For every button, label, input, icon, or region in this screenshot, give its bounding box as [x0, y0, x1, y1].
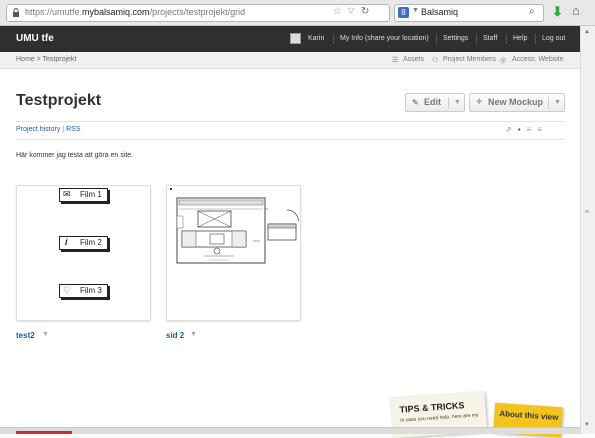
chevron-down-icon[interactable]: ▼ [412, 7, 419, 14]
chevron-down-icon[interactable]: ▼ [42, 331, 49, 338]
film-label: Film 3 [80, 286, 102, 295]
film-label: Film 2 [80, 238, 102, 247]
film-button: i Film 2 [59, 236, 108, 250]
members-icon: ⚇ [432, 57, 439, 64]
view-toggle: ⇗▪≡≡ [505, 125, 548, 134]
grid-view-icon[interactable]: ▪ [518, 125, 527, 134]
nav-my-info[interactable]: My Info (share your location) [340, 35, 429, 42]
nav-log-out[interactable]: Log out [542, 35, 565, 42]
scroll-up-icon[interactable]: ▲ [584, 29, 590, 35]
button-divider [548, 97, 549, 109]
edit-button[interactable]: ✎ Edit ▼ [405, 93, 465, 112]
project-links: Project history | RSS [16, 126, 81, 133]
search-engine-icon[interactable]: 8 [398, 7, 409, 18]
project-history-link[interactable]: Project history [16, 126, 60, 133]
mockup-name[interactable]: sid 2 [166, 331, 184, 340]
film-button: ✉ Film 1 [59, 188, 108, 202]
browser-toolbar: https://umutfe.mybalsamiq.com/projects/t… [0, 0, 595, 26]
edit-label: Edit [424, 97, 441, 107]
nav-divider [535, 34, 536, 44]
scrollbar[interactable]: ▲ ≡ ▼ [580, 26, 595, 434]
divider [16, 121, 564, 122]
project-description: Här kommer jag testa att göra en site. [16, 152, 134, 159]
page-title: Testprojekt [16, 92, 102, 109]
access-link[interactable]: Access: Website [512, 56, 564, 63]
nav-settings[interactable]: Settings [443, 35, 468, 42]
lock-icon [13, 8, 19, 17]
brand-name[interactable]: UMU tfe [16, 33, 54, 44]
search-input[interactable]: Balsamiq [421, 7, 458, 17]
list-view-icon[interactable]: ≡ [527, 125, 538, 134]
detail-view-icon[interactable]: ≡ [537, 125, 548, 134]
wireframe-sketch [170, 188, 300, 264]
about-label: About this view [499, 408, 559, 423]
film-label: Film 1 [80, 190, 102, 199]
rss-link[interactable]: RSS [66, 126, 80, 133]
tips-title: TIPS & TRICKS [399, 400, 465, 415]
assets-icon: ☰ [392, 57, 399, 64]
mockup-thumbnail[interactable]: ✉ Film 1 i Film 2 ♡ Film 3 [16, 185, 151, 321]
scroll-down-icon[interactable]: ▼ [584, 422, 590, 428]
heart-icon: ♡ [63, 285, 72, 295]
plus-icon: + [476, 96, 483, 108]
search-bar[interactable]: 8 ▼ Balsamiq ⌕ [394, 4, 544, 22]
breadcrumb[interactable]: Home > Testprojekt [16, 56, 76, 63]
new-mockup-button[interactable]: + New Mockup ▼ [469, 93, 565, 112]
link-separator: | [62, 126, 65, 133]
mockup-thumbnail[interactable] [166, 185, 301, 321]
chevron-down-icon[interactable]: ▼ [454, 94, 461, 111]
app-header: UMU tfe Karin My Info (share your locati… [0, 26, 580, 52]
chevron-down-icon[interactable]: ▼ [190, 331, 197, 338]
nav-divider [476, 34, 477, 44]
history-dropdown-icon[interactable]: ▽ [348, 6, 354, 15]
user-name[interactable]: Karin [308, 35, 324, 42]
new-mockup-label: New Mockup [488, 97, 544, 107]
assets-link[interactable]: Assets [403, 56, 424, 63]
pencil-icon: ✎ [412, 98, 419, 107]
home-icon[interactable]: ⌂ [572, 3, 580, 18]
scroll-grip-icon[interactable]: ≡ [585, 209, 589, 216]
divider [16, 139, 564, 140]
breadcrumb-bar: Home > Testprojekt ☰ Assets ⚇ Project Me… [0, 52, 580, 69]
nav-divider [506, 34, 507, 44]
reload-icon[interactable]: ↻ [361, 6, 369, 17]
chevron-down-icon[interactable]: ▼ [554, 94, 561, 111]
nav-divider [436, 34, 437, 44]
tips-subtitle: In case you need help, here are my [400, 412, 479, 424]
project-members-link[interactable]: Project Members [443, 56, 496, 63]
star-icon[interactable]: ☆ [333, 6, 342, 17]
film-button: ♡ Film 3 [59, 284, 108, 298]
download-icon[interactable]: ⬇ [552, 4, 563, 20]
search-icon[interactable]: ⌕ [529, 6, 535, 17]
nav-staff[interactable]: Staff [483, 35, 497, 42]
envelope-icon: ✉ [63, 189, 71, 199]
url-text: https://umutfe.mybalsamiq.com/projects/t… [25, 7, 246, 17]
status-bar [0, 427, 580, 434]
eye-icon: ◎ [500, 57, 507, 64]
expand-icon[interactable]: ⇗ [505, 125, 518, 134]
button-divider [448, 97, 449, 109]
user-avatar-icon [290, 33, 301, 44]
mockup-name[interactable]: test2 [16, 331, 35, 340]
nav-divider [333, 34, 334, 44]
nav-help[interactable]: Help [513, 35, 527, 42]
info-icon: i [65, 237, 68, 247]
address-bar[interactable]: https://umutfe.mybalsamiq.com/projects/t… [6, 4, 390, 22]
